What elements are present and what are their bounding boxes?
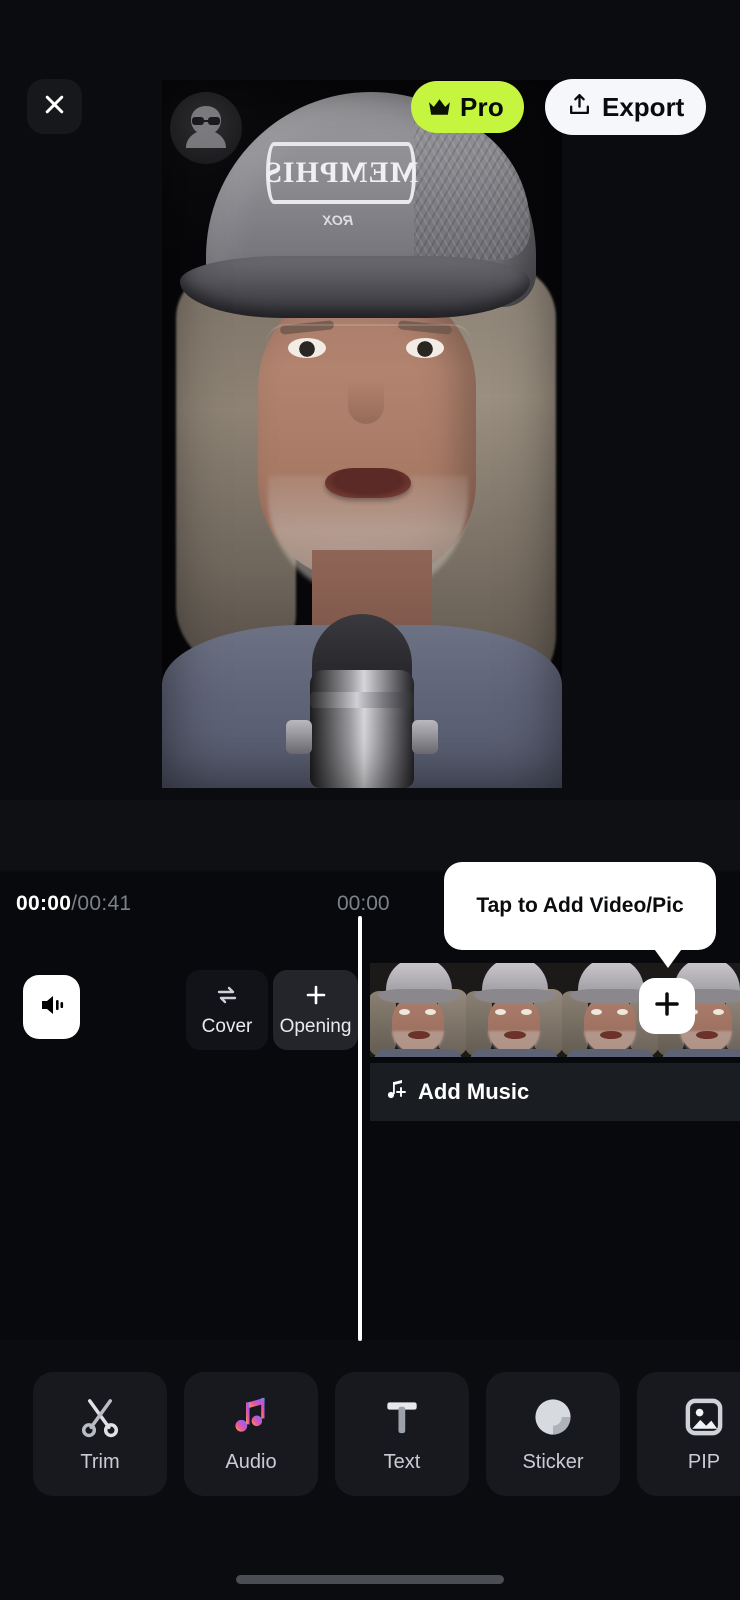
plus-icon: [304, 983, 328, 1012]
redo-button[interactable]: [84, 812, 134, 860]
plus-icon: [652, 989, 682, 1024]
undo-button[interactable]: [14, 812, 64, 860]
tool-sticker[interactable]: Sticker: [486, 1372, 620, 1496]
pro-badge-button[interactable]: Pro: [411, 81, 524, 133]
bottom-toolbar: Trim: [0, 1372, 740, 1496]
play-button[interactable]: [340, 808, 386, 862]
volume-icon: [38, 991, 66, 1024]
sticker-icon: [531, 1395, 575, 1439]
upload-icon: [567, 92, 592, 122]
tool-label: Sticker: [522, 1451, 583, 1474]
current-time: 00:00: [16, 892, 71, 915]
cap-logo-subtext: ROX: [302, 212, 374, 228]
tool-label: Audio: [225, 1451, 276, 1474]
crown-icon: [427, 97, 452, 118]
cover-button[interactable]: Cover: [186, 970, 268, 1050]
home-indicator: [236, 1575, 504, 1584]
add-clip-button[interactable]: [639, 978, 695, 1034]
add-music-label: Add Music: [418, 1079, 529, 1105]
scissors-icon: [78, 1395, 122, 1439]
tool-label: Text: [384, 1451, 421, 1474]
music-note-icon: [229, 1395, 273, 1439]
time-display: 00:00/00:41: [16, 892, 131, 916]
tool-trim[interactable]: Trim: [33, 1372, 167, 1496]
text-t-icon: [380, 1395, 424, 1439]
picture-in-picture-icon: [682, 1395, 726, 1439]
tool-label: Trim: [80, 1451, 119, 1474]
add-music-row[interactable]: Add Music: [370, 1063, 740, 1121]
total-time: 00:41: [77, 892, 131, 915]
tooltip-label: Tap to Add Video/Pic: [476, 894, 683, 918]
video-editor-screen: Pro Export: [0, 0, 740, 1600]
clip-thumbnail[interactable]: [466, 963, 562, 1057]
pro-badge-label: Pro: [460, 92, 504, 123]
export-label: Export: [602, 92, 684, 123]
top-bar: Pro Export: [0, 0, 740, 200]
tool-label: PIP: [688, 1451, 720, 1474]
cover-label: Cover: [202, 1016, 253, 1038]
playhead[interactable]: [358, 916, 362, 1341]
swap-arrows-icon: [215, 983, 239, 1012]
tool-audio[interactable]: Audio: [184, 1372, 318, 1496]
opening-label: Opening: [280, 1016, 352, 1038]
music-note-plus-icon: [384, 1078, 408, 1107]
tooltip-arrow: [652, 946, 684, 968]
tool-pip[interactable]: PIP: [637, 1372, 740, 1496]
ruler-tick-label: 00:00: [337, 892, 390, 916]
close-button[interactable]: [27, 79, 82, 134]
export-button[interactable]: Export: [545, 79, 706, 135]
tool-text[interactable]: Text: [335, 1372, 469, 1496]
close-icon: [42, 92, 67, 122]
clip-thumbnail[interactable]: [370, 963, 466, 1057]
opening-button[interactable]: Opening: [273, 970, 358, 1050]
fullscreen-button[interactable]: [662, 812, 708, 858]
hdr-toggle-button[interactable]: HDR: [600, 812, 646, 858]
mute-button[interactable]: [23, 975, 80, 1039]
add-video-tooltip: Tap to Add Video/Pic: [444, 862, 716, 950]
